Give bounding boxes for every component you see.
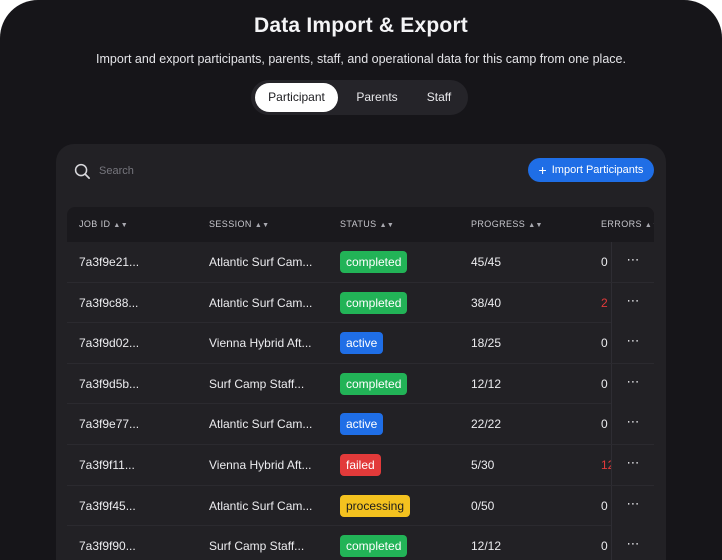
session-cell: Vienna Hybrid Aft...: [209, 336, 312, 351]
progress-cell: 38/40: [471, 295, 502, 310]
progress-cell: 5/30: [471, 458, 495, 472]
more-icon: ⋯: [626, 495, 641, 511]
status-badge: active: [340, 332, 384, 355]
row-actions-button[interactable]: ⋯: [611, 445, 654, 485]
status-badge: completed: [340, 291, 408, 314]
job-id-cell: 7a3f9d02...: [79, 336, 140, 351]
column-header-errors[interactable]: ERRORS▲▼: [601, 207, 654, 242]
more-icon: ⋯: [626, 455, 641, 470]
job-id-cell: 7a3f9c88...: [79, 295, 139, 310]
more-icon: ⋯: [626, 536, 641, 552]
page-subtitle: Import and export participants, parents,…: [96, 52, 626, 66]
column-header-progress[interactable]: PROGRESS ▲▼: [471, 207, 543, 242]
errors-cell: 0: [601, 539, 608, 554]
table-row[interactable]: 7a3f9e21... Atlantic Surf Cam... completed…: [67, 242, 654, 283]
more-icon: ⋯: [626, 252, 641, 267]
jobs-table: JOB ID ▲▼ SESSION ▲▼ STATUS ▲▼ PROGRESS ▲▼ E…: [67, 207, 654, 560]
status-badge: completed: [340, 251, 408, 273]
more-icon: ⋯: [626, 373, 641, 389]
session-cell: Atlantic Surf Cam...: [209, 295, 313, 310]
errors-cell: 0: [601, 417, 608, 432]
import-participants-button[interactable]: + Import Participants: [528, 158, 654, 182]
more-icon: ⋯: [626, 414, 641, 430]
sort-icon: ▲▼: [113, 222, 129, 229]
search-bar: [74, 159, 274, 183]
sort-icon: ▲▼: [644, 222, 654, 229]
errors-cell: 0: [601, 255, 608, 269]
sort-icon: ▲▼: [379, 222, 395, 229]
row-actions-button[interactable]: ⋯: [611, 404, 654, 445]
tab-parents[interactable]: Parents: [342, 83, 412, 112]
row-actions-button[interactable]: ⋯: [611, 282, 654, 323]
session-cell: Surf Camp Staff...: [209, 376, 305, 391]
errors-cell: 0: [601, 336, 608, 351]
job-id-cell: 7a3f9e77...: [79, 417, 140, 432]
progress-cell: 18/25: [471, 336, 502, 351]
tab-participant[interactable]: Participant: [255, 83, 338, 112]
progress-cell: 12/12: [471, 539, 502, 554]
plus-icon: +: [538, 161, 547, 178]
entity-tab-switcher: Participant Parents Staff: [251, 80, 468, 115]
session-cell: Vienna Hybrid Aft...: [209, 458, 312, 472]
row-actions-button[interactable]: ⋯: [611, 323, 654, 364]
progress-cell: 45/45: [471, 255, 502, 269]
job-id-cell: 7a3f9f45...: [79, 498, 136, 513]
tab-staff[interactable]: Staff: [413, 83, 465, 112]
status-badge: failed: [340, 454, 381, 476]
search-input[interactable]: [99, 165, 249, 177]
row-actions-button[interactable]: ⋯: [611, 526, 654, 560]
import-participants-label: Import Participants: [551, 164, 644, 176]
row-actions-button[interactable]: ⋯: [611, 485, 654, 526]
session-cell: Atlantic Surf Cam...: [209, 255, 313, 269]
column-header-status[interactable]: STATUS ▲▼: [340, 207, 394, 242]
progress-cell: 0/50: [471, 498, 495, 513]
status-badge: processing: [340, 494, 411, 517]
status-badge: active: [340, 413, 384, 436]
table-header: JOB ID ▲▼ SESSION ▲▼ STATUS ▲▼ PROGRESS ▲▼ E…: [67, 207, 654, 242]
column-header-job-id[interactable]: JOB ID ▲▼: [79, 207, 128, 242]
errors-cell: 0: [601, 376, 608, 391]
errors-cell: 0: [601, 498, 608, 513]
table-row[interactable]: 7a3f9f90... Surf Camp Staff... completed 12…: [67, 526, 654, 560]
job-id-cell: 7a3f9e21...: [79, 255, 140, 269]
sort-icon: ▲▼: [254, 222, 270, 229]
progress-cell: 12/12: [471, 376, 502, 391]
session-cell: Atlantic Surf Cam...: [209, 417, 313, 432]
table-row[interactable]: 7a3f9d02... Vienna Hybrid Aft... active 18/…: [67, 323, 654, 364]
table-row[interactable]: 7a3f9c88... Atlantic Surf Cam... completed…: [67, 282, 654, 324]
table-row[interactable]: 7a3f9e77... Atlantic Surf Cam... active 22/…: [67, 404, 654, 445]
app-frame: Data Import & Export Import and export p…: [0, 0, 722, 560]
table-row[interactable]: 7a3f9d5b... Surf Camp Staff... completed 12…: [67, 363, 654, 405]
row-actions-button[interactable]: ⋯: [611, 363, 654, 404]
session-cell: Atlantic Surf Cam...: [209, 498, 313, 513]
row-actions-button[interactable]: ⋯: [611, 242, 654, 282]
job-id-cell: 7a3f9f90...: [79, 539, 136, 554]
sort-icon: ▲▼: [528, 222, 543, 229]
search-icon: [74, 163, 90, 179]
job-id-cell: 7a3f9d5b...: [79, 376, 140, 391]
status-badge: completed: [340, 535, 408, 558]
job-id-cell: 7a3f9f11...: [79, 458, 135, 472]
more-icon: ⋯: [626, 333, 641, 349]
status-badge: completed: [340, 372, 408, 395]
progress-cell: 22/22: [471, 417, 502, 432]
errors-cell: 2: [601, 295, 608, 310]
session-cell: Surf Camp Staff...: [209, 539, 305, 554]
table-row[interactable]: 7a3f9f45... Atlantic Surf Cam... processin…: [67, 485, 654, 527]
table-row[interactable]: 7a3f9f11... Vienna Hybrid Aft... failed 5/3…: [67, 445, 654, 486]
page-title: Data Import & Export: [253, 14, 469, 37]
more-icon: ⋯: [626, 292, 641, 308]
column-header-session[interactable]: SESSION ▲▼: [209, 207, 269, 242]
